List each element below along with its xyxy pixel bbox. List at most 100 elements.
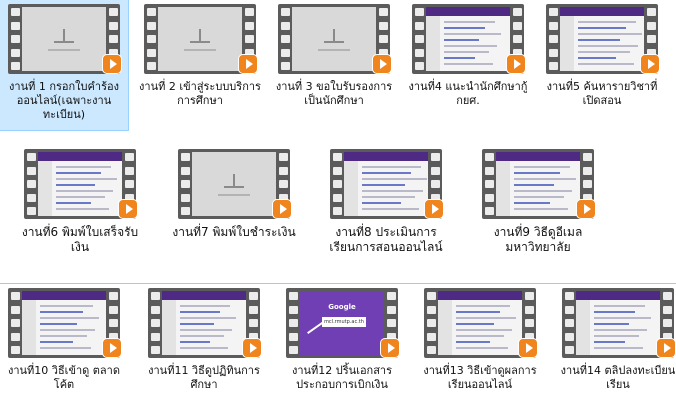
film-hole	[288, 305, 298, 314]
web-text-line	[514, 172, 560, 174]
video-file-icon[interactable]	[144, 4, 258, 74]
file-name-label: งานที่10 วิธีเข้าดู ตลาดโค้ต	[7, 364, 120, 391]
film-hole	[378, 8, 388, 16]
video-file-item[interactable]: งานที่4 แนะนำนักศึกษากู้ กยศ.	[404, 0, 532, 130]
video-file-icon[interactable]	[8, 4, 122, 74]
web-text-line	[180, 323, 214, 325]
film-hole	[150, 319, 160, 327]
video-file-item[interactable]: งานที่ 3 ขอใบรับรองการเป็นนักศึกษา	[270, 0, 398, 130]
video-file-item[interactable]: งานที่6 พิมพ์ใบเสร็จรับเงิน	[16, 145, 144, 275]
film-hole	[108, 21, 118, 30]
web-text-line	[444, 21, 495, 23]
file-name-label: งานที่ 1 กรอกใบคำร้องออนไลน์(เฉพาะงานทะเ…	[9, 80, 119, 121]
film-hole	[484, 193, 494, 202]
video-file-item[interactable]: งานที่7 พิมพ์ใบชำระเงิน	[170, 145, 298, 275]
film-hole	[548, 62, 558, 70]
film-hole	[484, 166, 494, 175]
video-file-item[interactable]: งานที่8 ประเมินการเรียนการสอนออนไลน์	[322, 145, 450, 275]
film-hole	[180, 166, 190, 175]
film-hole	[484, 207, 494, 215]
film-hole	[426, 292, 436, 300]
file-name-label: งานที่14 ตลิปลงทะเบียนเรียน	[560, 364, 676, 391]
film-hole	[288, 346, 298, 354]
film-hole	[248, 305, 258, 314]
film-perforations	[563, 292, 575, 354]
video-file-icon[interactable]	[412, 4, 526, 74]
video-file-icon[interactable]	[8, 288, 122, 358]
film-hole	[646, 35, 656, 43]
web-text-line	[594, 329, 647, 331]
play-icon	[518, 338, 538, 358]
web-text-line	[56, 184, 95, 186]
video-frame-web-page	[426, 7, 510, 71]
film-hole	[248, 319, 258, 327]
film-perforations	[9, 8, 21, 70]
film-hole	[430, 166, 440, 175]
web-text-line	[514, 196, 564, 198]
video-file-item[interactable]: งานที่13 วิธีเข้าดูผลการเรียนออนไลน์	[416, 284, 544, 414]
video-file-icon[interactable]: Google mcl.rmutp.ac.th	[286, 288, 400, 358]
film-hole	[582, 153, 592, 161]
web-text-line	[456, 329, 512, 331]
web-text-line	[456, 341, 490, 343]
web-text-line	[40, 311, 83, 313]
film-hole	[180, 207, 190, 215]
video-file-icon[interactable]	[424, 288, 538, 358]
video-file-icon[interactable]	[482, 149, 596, 219]
play-icon	[238, 54, 258, 74]
video-file-item[interactable]: งานที่5 ค้นหารายวิชาที่เปิดสอน	[538, 0, 666, 130]
web-text-line	[514, 166, 570, 168]
web-text-line	[456, 347, 508, 349]
film-hole	[564, 319, 574, 327]
video-file-icon[interactable]	[24, 149, 138, 219]
video-file-item[interactable]: งานที่ 1 กรอกใบคำร้องออนไลน์(เฉพาะงานทะเ…	[0, 0, 129, 131]
file-name-label: งานที่12 ปริ้นเอกสารประกอบการเบิกเงิน	[291, 364, 393, 391]
film-hole	[278, 153, 288, 161]
video-file-icon[interactable]	[330, 149, 444, 219]
video-file-item[interactable]: งานที่9 วิธีดูอีเมลมหาวิทยาลัย	[474, 145, 602, 275]
pointer-arrow	[307, 322, 323, 334]
play-icon	[380, 338, 400, 358]
video-file-item[interactable]: Google mcl.rmutp.ac.th งานที่12 ปริ้นเอกสา…	[278, 284, 406, 414]
film-hole	[146, 21, 156, 30]
video-frame-blank	[22, 7, 106, 71]
web-text-line	[40, 323, 77, 325]
film-hole	[280, 48, 290, 57]
web-text-line	[56, 166, 111, 168]
film-hole	[108, 319, 118, 327]
web-sidebar	[162, 300, 176, 355]
play-icon	[102, 54, 122, 74]
web-header	[576, 291, 660, 300]
web-text-line	[514, 178, 576, 180]
film-hole	[10, 62, 20, 70]
film-perforations	[145, 8, 157, 70]
web-text-line	[578, 39, 620, 41]
video-file-item[interactable]: งานที่11 วิธีดูปฏิทินการศึกษา	[140, 284, 268, 414]
web-text-line	[456, 311, 500, 313]
web-text-line	[56, 190, 113, 192]
web-text-line	[362, 184, 405, 186]
web-text-line	[594, 341, 625, 343]
film-hole	[146, 62, 156, 70]
video-file-item[interactable]: งานที่ 2 เข้าสู่ระบบบริการการศึกษา	[136, 0, 264, 130]
film-hole	[280, 21, 290, 30]
film-hole	[512, 35, 522, 43]
web-header	[426, 7, 510, 16]
file-name-label: งานที่ 2 เข้าสู่ระบบบริการการศึกษา	[139, 80, 261, 107]
video-file-icon[interactable]	[148, 288, 262, 358]
video-file-icon[interactable]	[178, 149, 292, 219]
file-name-label: งานที่8 ประเมินการเรียนการสอนออนไลน์	[329, 225, 443, 254]
web-text-line	[578, 63, 634, 65]
web-text-line	[444, 27, 485, 29]
video-file-item[interactable]: งานที่10 วิธีเข้าดู ตลาดโค้ต	[0, 284, 128, 414]
video-file-icon[interactable]	[546, 4, 660, 74]
film-hole	[244, 35, 254, 43]
film-hole	[146, 48, 156, 57]
film-hole	[280, 62, 290, 70]
file-name-label: งานที่7 พิมพ์ใบชำระเงิน	[172, 225, 296, 239]
video-file-item[interactable]: งานที่14 ตลิปลงทะเบียนเรียน	[554, 284, 676, 414]
film-hole	[150, 346, 160, 354]
video-file-icon[interactable]	[278, 4, 392, 74]
film-hole	[662, 292, 672, 300]
video-file-icon[interactable]	[562, 288, 676, 358]
